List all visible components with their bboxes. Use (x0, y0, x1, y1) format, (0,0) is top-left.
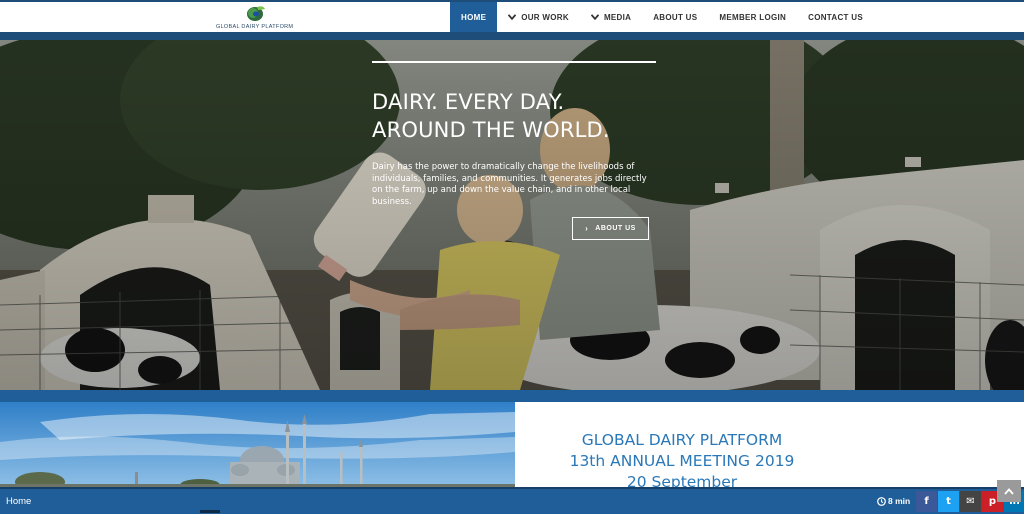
annual-meeting-heading[interactable]: GLOBAL DAIRY PLATFORM 13th ANNUAL MEETIN… (515, 430, 849, 488)
chevron-up-icon (1004, 487, 1014, 495)
site-logo[interactable]: GLOBAL DAIRY PLATFORM (216, 5, 296, 31)
clock-icon (877, 496, 886, 506)
logo-text: GLOBAL DAIRY PLATFORM (216, 24, 294, 30)
read-time: 8 min (877, 496, 910, 506)
nav-home-label: HOME (461, 12, 487, 22)
nav-our-work-label: OUR WORK (521, 12, 569, 22)
twitter-icon: t (946, 496, 951, 507)
meeting-line-2: 13th ANNUAL MEETING 2019 (569, 452, 795, 470)
hero-bottom-divider (0, 390, 1024, 402)
hero-title-line-1: DAIRY. EVERY DAY. (372, 90, 565, 114)
nav-contact-us[interactable]: CONTACT US (797, 2, 874, 32)
pinterest-icon: p (988, 496, 997, 507)
header-divider (0, 32, 1024, 40)
chevron-right-icon: › (585, 224, 589, 233)
nav-member-login[interactable]: MEMBER LOGIN (708, 2, 797, 32)
facebook-share-button[interactable]: f (916, 491, 937, 512)
about-us-button-label: ABOUT US (595, 225, 636, 232)
hero-divider-line (372, 61, 656, 63)
sticky-footer-bar: Home 8 min f t ✉ p in (0, 487, 1024, 514)
meeting-line-3: 20 September (626, 473, 738, 488)
hero-description: Dairy has the power to dramatically chan… (372, 162, 672, 208)
hero-banner: DAIRY. EVERY DAY. AROUND THE WORLD. Dair… (0, 40, 1024, 390)
mosque-skyline-image (0, 402, 515, 488)
main-nav: HOME OUR WORK MEDIA ABOUT US MEMBER LOGI… (450, 2, 874, 32)
chevron-down-icon (590, 14, 599, 20)
chevron-down-icon (508, 14, 517, 20)
meeting-city-image (0, 402, 515, 488)
email-share-button[interactable]: ✉ (960, 491, 981, 512)
hero-title-line-2: AROUND THE WORLD. (372, 118, 610, 142)
read-time-value: 8 min (888, 496, 911, 506)
nav-member-login-label: MEMBER LOGIN (719, 12, 787, 22)
twitter-share-button[interactable]: t (938, 491, 959, 512)
nav-media-label: MEDIA (603, 12, 632, 22)
about-us-button[interactable]: › ABOUT US (572, 217, 649, 240)
hero-title: DAIRY. EVERY DAY. AROUND THE WORLD. (372, 88, 610, 144)
annual-meeting-panel: GLOBAL DAIRY PLATFORM 13th ANNUAL MEETIN… (515, 402, 1024, 488)
nav-contact-us-label: CONTACT US (808, 12, 863, 22)
footer-home-link[interactable]: Home (6, 496, 31, 507)
facebook-icon: f (924, 496, 929, 507)
meeting-line-1: GLOBAL DAIRY PLATFORM (581, 431, 783, 449)
nav-home[interactable]: HOME (450, 2, 498, 32)
nav-media[interactable]: MEDIA (580, 2, 642, 32)
email-icon: ✉ (966, 496, 975, 507)
logo-globe-icon (247, 6, 265, 21)
scroll-to-top-button[interactable] (997, 480, 1021, 502)
nav-about-us[interactable]: ABOUT US (642, 2, 708, 32)
nav-about-us-label: ABOUT US (653, 12, 698, 22)
hero-description-line-2: individuals, families, and communities. … (372, 173, 647, 184)
site-header: GLOBAL DAIRY PLATFORM HOME OUR WORK MEDI… (0, 0, 1024, 32)
hero-description-line-3: on the farm, up and down the value chain… (372, 185, 631, 207)
horizontal-scroll-indicator[interactable] (200, 510, 220, 513)
hero-description-line-1: Dairy has the power to dramatically chan… (372, 162, 635, 172)
nav-our-work[interactable]: OUR WORK (497, 2, 580, 32)
